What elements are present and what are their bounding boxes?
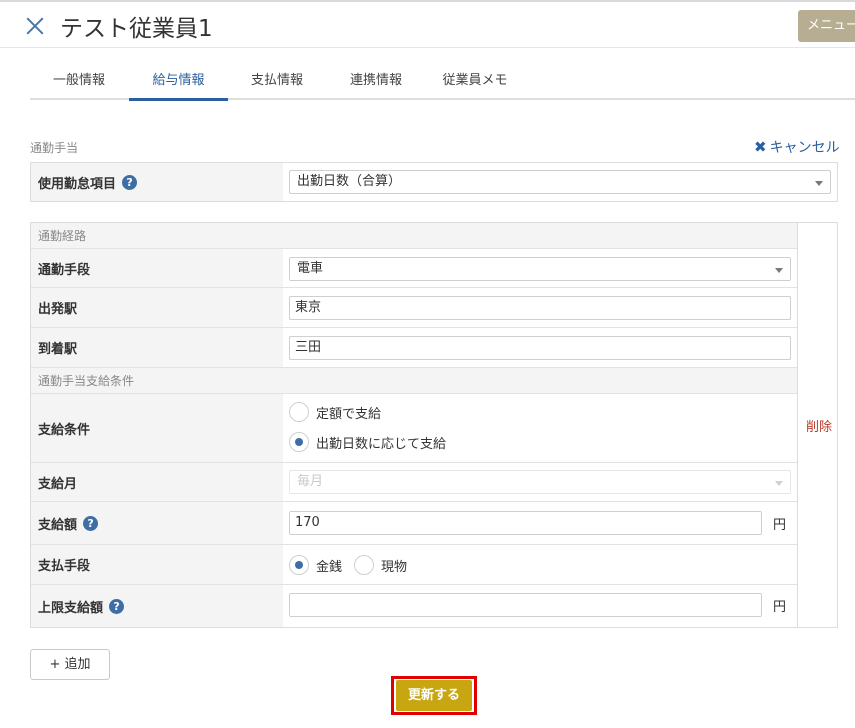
max-amount-input[interactable] <box>289 593 762 617</box>
attendance-item-value-cell: 出勤日数（合算） <box>283 163 837 201</box>
commute-section-label: 通勤手当 <box>30 141 79 155</box>
help-icon[interactable]: ? <box>109 598 125 614</box>
means-select[interactable]: 電車 <box>289 257 791 281</box>
payment-section-label: 通勤手当支給条件 <box>31 368 797 394</box>
chevron-down-icon <box>775 481 783 486</box>
amount-label: 支給額? <box>31 502 283 544</box>
departure-input[interactable]: 東京 <box>289 296 791 320</box>
amount-row: 支給額? 170 円 <box>31 502 797 545</box>
page-header: テスト従業員1 メニュー <box>0 2 855 48</box>
attendance-item-row: 使用勤怠項目? 出勤日数（合算） <box>31 163 837 201</box>
max-amount-value-cell: 円 <box>283 585 797 627</box>
in-kind-radio[interactable] <box>354 555 374 575</box>
attendance-item-box: 使用勤怠項目? 出勤日数（合算） <box>30 162 838 202</box>
help-icon[interactable]: ? <box>83 515 99 531</box>
amount-value-cell: 170 円 <box>283 502 797 544</box>
means-label: 通勤手段 <box>31 249 283 287</box>
amount-label-text: 支給額 <box>38 517 78 533</box>
means-selected: 電車 <box>297 261 324 276</box>
add-button[interactable]: + 追加 <box>30 649 110 680</box>
help-icon[interactable]: ? <box>122 174 138 190</box>
departure-row: 出発駅 東京 <box>31 288 797 328</box>
payment-month-label: 支給月 <box>31 463 283 501</box>
max-amount-label-text: 上限支給額 <box>38 600 104 616</box>
payment-month-value-cell: 毎月 <box>283 463 797 501</box>
close-icon[interactable] <box>24 15 46 37</box>
update-button[interactable]: 更新する <box>396 680 472 711</box>
route-section-label: 通勤経路 <box>31 223 797 249</box>
condition-row: 支給条件 定額で支給 出勤日数に応じて支給 <box>31 394 797 463</box>
cancel-link[interactable]: ✖ キャンセル <box>754 137 840 157</box>
departure-value-cell: 東京 <box>283 288 797 327</box>
tab-salary[interactable]: 給与情報 <box>129 66 228 101</box>
payment-month-select: 毎月 <box>289 470 791 494</box>
arrival-row: 到着駅 三田 <box>31 328 797 368</box>
arrival-label: 到着駅 <box>31 328 283 367</box>
cancel-x-icon: ✖ <box>754 138 767 156</box>
tab-bar: 一般情報 給与情報 支払情報 連携情報 従業員メモ <box>30 66 855 101</box>
delete-link[interactable]: 削除 <box>806 416 832 435</box>
tab-integration[interactable]: 連携情報 <box>326 66 426 100</box>
menu-button[interactable]: メニュー <box>798 10 855 42</box>
payment-method-row: 支払手段 金銭 現物 <box>31 545 797 585</box>
page-title: テスト従業員1 <box>60 16 213 42</box>
condition-label: 支給条件 <box>31 394 283 462</box>
tab-payment[interactable]: 支払情報 <box>228 66 326 100</box>
departure-label: 出発駅 <box>31 288 283 327</box>
cancel-label: キャンセル <box>769 140 840 156</box>
attendance-days-radio[interactable] <box>289 432 309 452</box>
chevron-down-icon <box>815 181 823 186</box>
attendance-item-selected: 出勤日数（合算） <box>297 174 402 189</box>
tab-employee-memo[interactable]: 従業員メモ <box>426 66 524 100</box>
amount-input[interactable]: 170 <box>289 511 762 535</box>
attendance-item-select[interactable]: 出勤日数（合算） <box>289 170 831 194</box>
means-row: 通勤手段 電車 <box>31 249 797 288</box>
max-amount-row: 上限支給額? 円 <box>31 585 797 627</box>
fixed-amount-label: 定額で支給 <box>316 407 382 422</box>
means-value-cell: 電車 <box>283 249 797 287</box>
cash-label: 金銭 <box>316 560 343 575</box>
condition-value-cell: 定額で支給 出勤日数に応じて支給 <box>283 394 797 462</box>
payment-method-label: 支払手段 <box>31 545 283 584</box>
cash-radio[interactable] <box>289 555 309 575</box>
payment-month-row: 支給月 毎月 <box>31 463 797 502</box>
attendance-item-label-text: 使用勤怠項目 <box>38 176 117 192</box>
payment-month-selected: 毎月 <box>297 474 324 489</box>
arrival-value-cell: 三田 <box>283 328 797 367</box>
tab-general[interactable]: 一般情報 <box>30 66 128 100</box>
payment-method-value-cell: 金銭 現物 <box>283 545 797 584</box>
amount-unit: 円 <box>773 518 787 533</box>
max-amount-unit: 円 <box>773 600 787 615</box>
attendance-days-label: 出勤日数に応じて支給 <box>316 437 447 452</box>
in-kind-label: 現物 <box>381 560 408 575</box>
attendance-item-label: 使用勤怠項目? <box>31 163 283 201</box>
arrival-input[interactable]: 三田 <box>289 336 791 360</box>
commute-route-box: 通勤経路 通勤手段 電車 出発駅 東京 到着駅 三田 通勤手当支給条件 支給条件… <box>30 222 798 628</box>
fixed-amount-radio[interactable] <box>289 402 309 422</box>
chevron-down-icon <box>775 268 783 273</box>
max-amount-label: 上限支給額? <box>31 585 283 627</box>
